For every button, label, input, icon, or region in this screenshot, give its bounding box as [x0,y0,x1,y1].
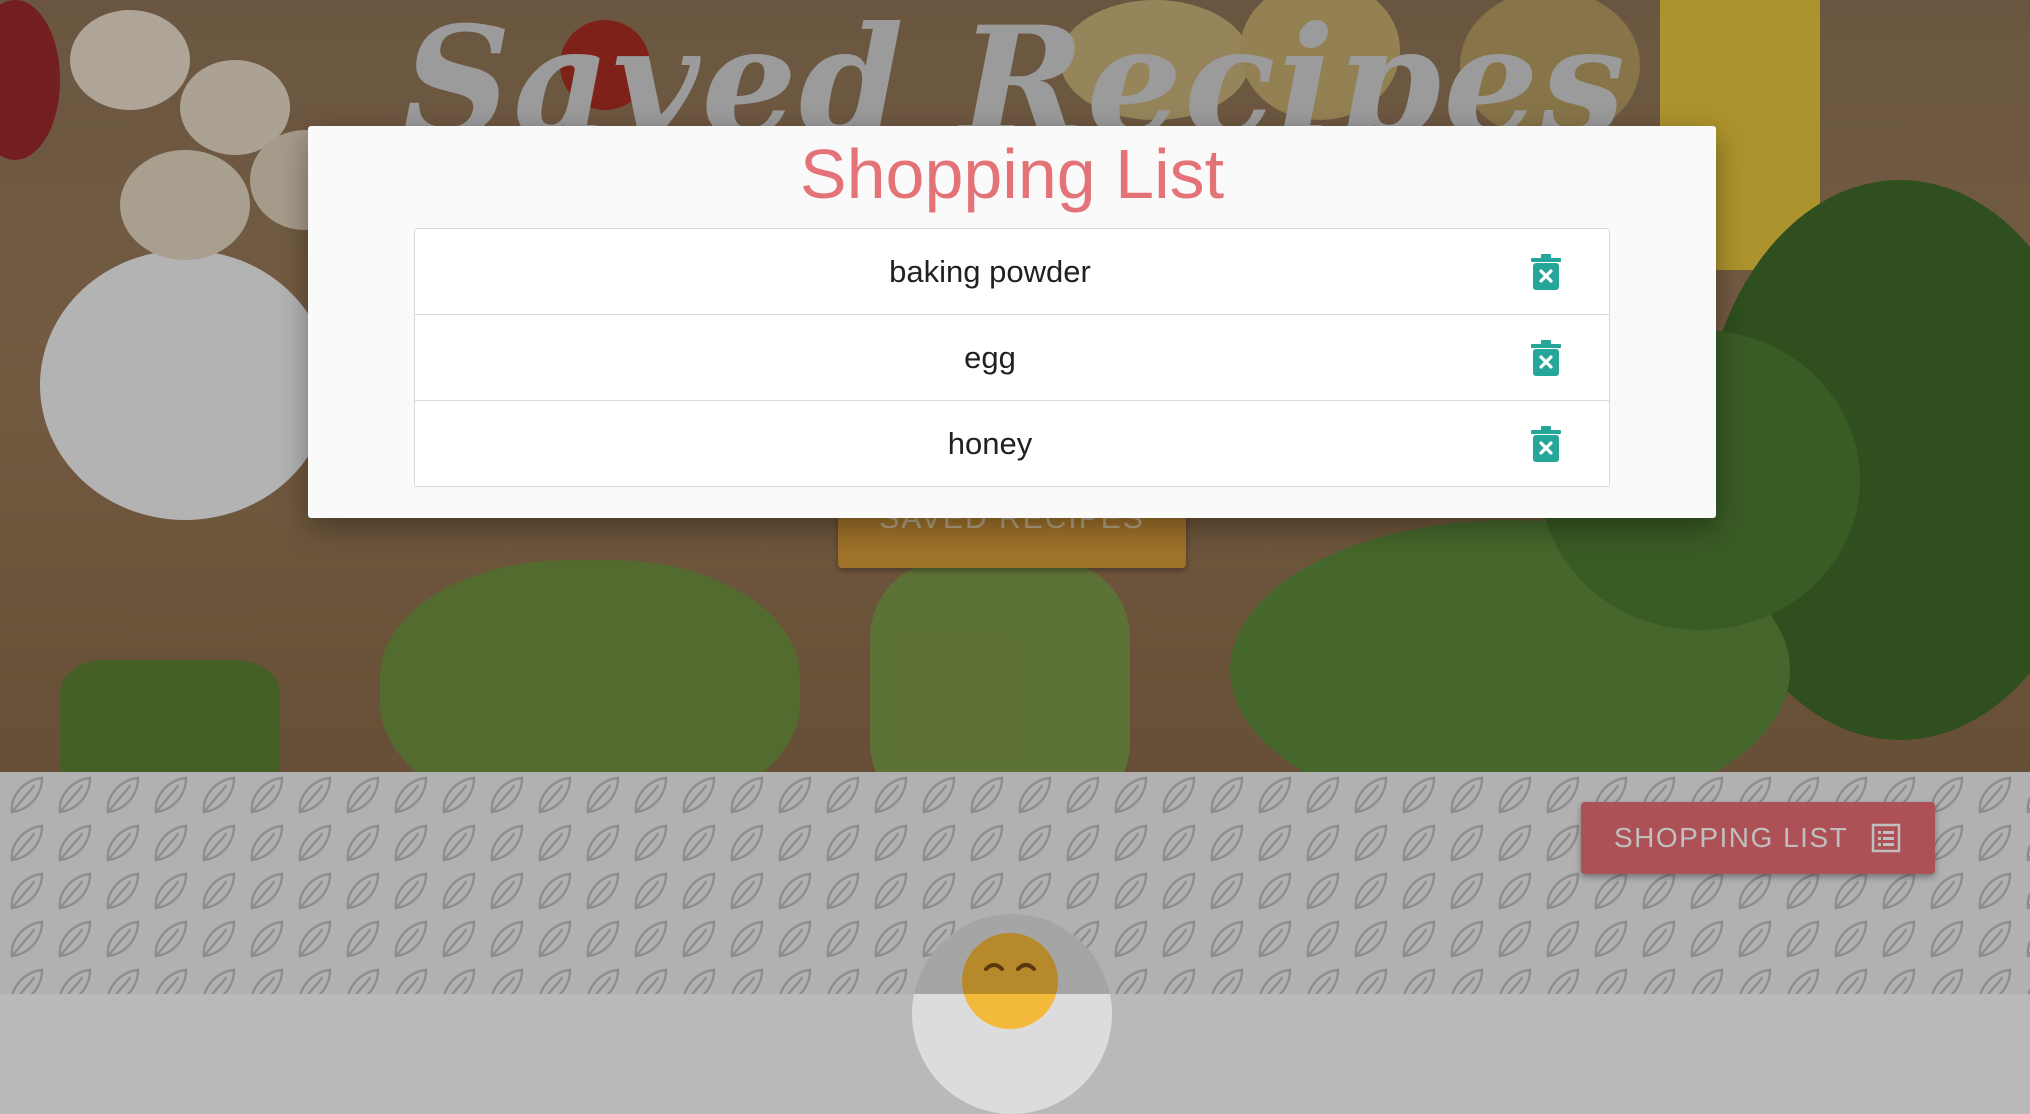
modal-title: Shopping List [799,135,1225,213]
list-item: baking powder [415,229,1609,314]
list-item: honey [415,400,1609,486]
trash-delete-icon[interactable] [1531,253,1561,291]
shopping-list-modal: Shopping List baking powder egg honey [308,126,1716,518]
list-item-label: baking powder [889,253,1091,289]
list-item-label: honey [947,425,1033,461]
trash-delete-icon[interactable] [1531,425,1561,463]
list-item: egg [415,314,1609,400]
shopping-list: baking powder egg honey [414,228,1610,487]
trash-delete-icon[interactable] [1531,339,1561,377]
list-item-label: egg [964,339,1016,375]
